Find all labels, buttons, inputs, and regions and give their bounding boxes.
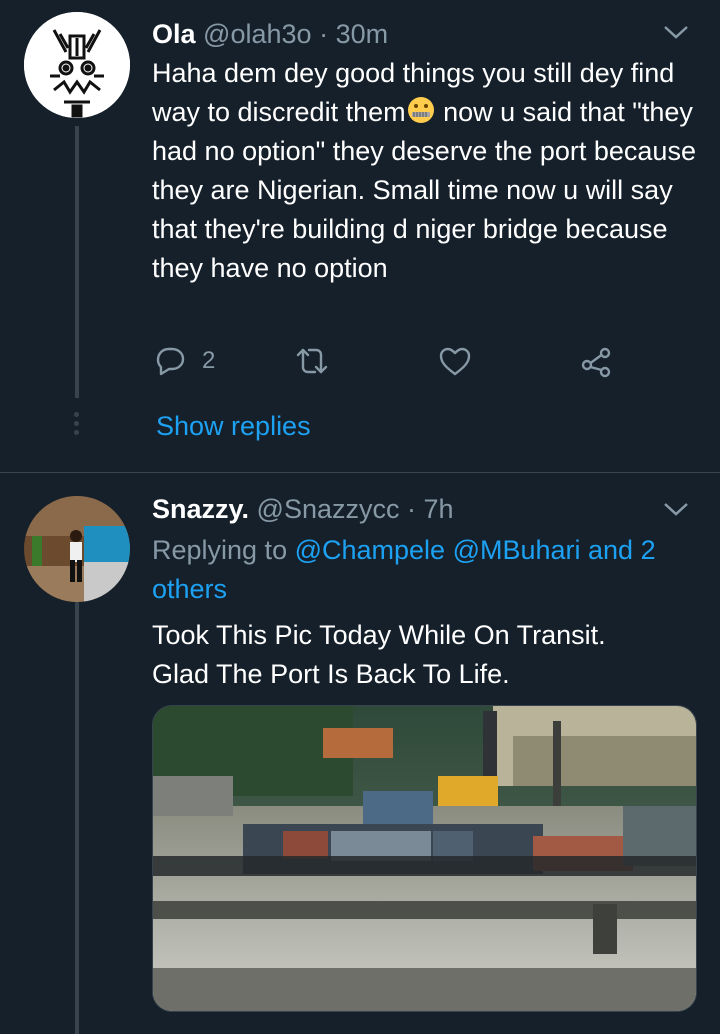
tweet-photo[interactable] [152,705,697,1012]
reply-icon [156,347,185,376]
share-icon [581,347,611,378]
separator: · [407,494,417,524]
reply-button[interactable]: 2 [152,343,215,379]
avatar[interactable] [24,12,130,118]
tweet-text-line1: Took This Pic Today While On Transit. [152,620,606,650]
replying-to: Replying to @Champele @MBuhari and 2 oth… [152,531,702,609]
tweet-text: Haha dem dey good things you still dey f… [152,54,702,288]
tweet-header: Snazzy. @Snazzycc · 7h [152,491,454,527]
like-button[interactable] [437,343,473,379]
retweet-icon [296,348,328,374]
replying-prefix: Replying to [152,535,295,565]
display-name[interactable]: Ola [152,19,196,49]
chevron-down-icon[interactable] [662,499,690,524]
show-replies-link[interactable]: Show replies [156,408,311,444]
handle[interactable]: @olah3o [203,19,312,49]
timestamp[interactable]: 7h [424,494,454,524]
retweet-button[interactable] [294,343,330,379]
separator: · [319,19,329,49]
heart-icon [439,347,471,376]
mask-avatar-image [24,12,130,118]
thread-line [75,602,79,1034]
thread-line [75,126,79,398]
tweet-header: Ola @olah3o · 30m [152,16,388,52]
timestamp[interactable]: 30m [336,19,389,49]
action-bar: 2 [152,343,622,387]
thread-dots [74,412,80,439]
avatar[interactable] [24,496,130,602]
zipper-mouth-face-icon [407,97,434,123]
port-photo-image [153,706,696,1011]
chevron-down-icon[interactable] [662,22,690,47]
tweet-text-line2: Glad The Port Is Back To Life. [152,659,510,689]
share-button[interactable] [579,343,615,379]
tweet-ola[interactable]: Ola @olah3o · 30m Haha dem dey good thin… [0,0,720,472]
snazzy-avatar-image [24,496,130,602]
reply-count: 2 [202,347,216,374]
tweet-text: Took This Pic Today While On Transit. Gl… [152,616,702,694]
display-name[interactable]: Snazzy. [152,494,249,524]
handle[interactable]: @Snazzycc [257,494,400,524]
